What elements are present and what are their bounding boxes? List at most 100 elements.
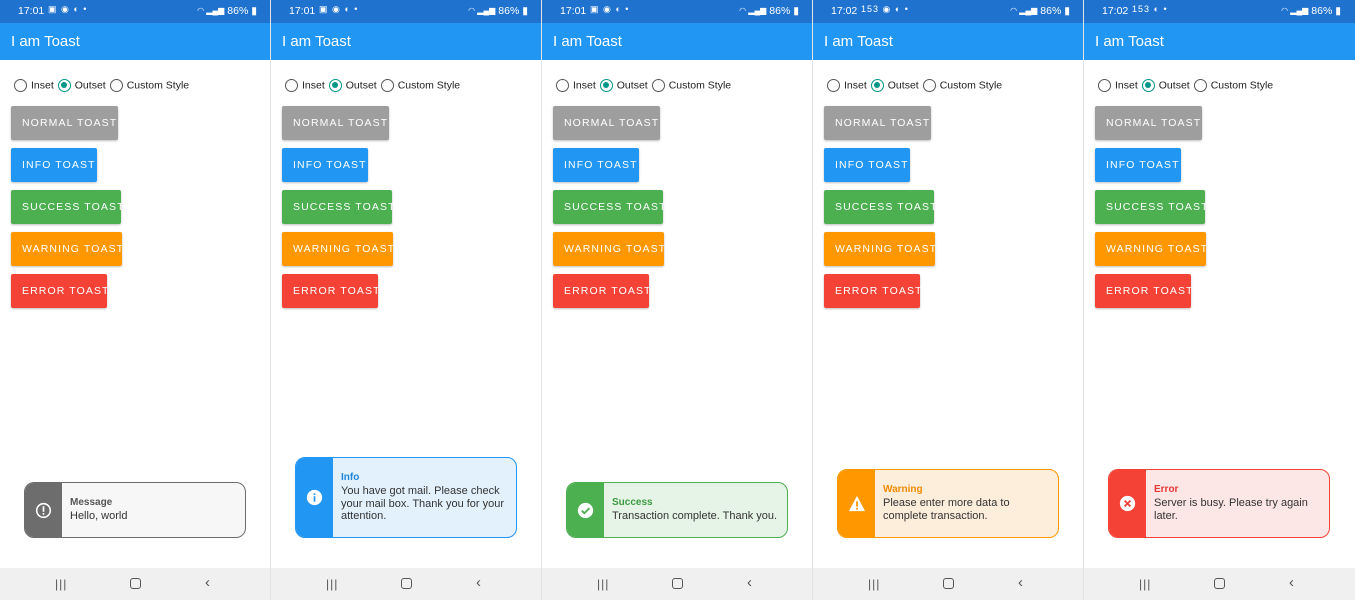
info-toast-button[interactable]: INFO TOAST [1095, 148, 1181, 182]
phone-screen: 17:01 ▣ ◉ ◐ • ◠ ▂▄▆ 86% ▮ I am Toast Inset Out… [542, 0, 813, 600]
warning-toast-button[interactable]: WARNING TOAST [282, 232, 394, 266]
battery-level: 86% [1040, 5, 1062, 17]
status-time: 17:01 [560, 5, 587, 17]
error-toast: Error Server is busy. Please try again la… [1108, 469, 1330, 538]
radio-button-icon[interactable] [285, 79, 298, 92]
radio-label: Outset [74, 79, 106, 92]
radio-button-icon[interactable] [1141, 79, 1155, 92]
radio-button-icon[interactable] [328, 79, 342, 92]
normal-toast-button[interactable]: NORMAL TOAST [553, 106, 660, 140]
radio-button-icon[interactable] [1193, 79, 1207, 92]
back-icon[interactable]: ‹ [205, 574, 210, 591]
error-toast-button[interactable]: ERROR TOAST [553, 274, 650, 308]
error-toast-button[interactable]: ERROR TOAST [824, 274, 921, 308]
radio-button-icon[interactable] [556, 79, 569, 92]
recent-apps-icon[interactable]: ||| [868, 577, 880, 591]
radio-option-outset[interactable]: Outset [328, 79, 377, 92]
back-icon[interactable]: ‹ [1289, 574, 1294, 591]
recent-apps-icon[interactable]: ||| [326, 577, 338, 591]
normal-toast-button[interactable]: NORMAL TOAST [11, 106, 118, 140]
radio-option-custom-style[interactable]: Custom Style [1193, 79, 1273, 92]
info-toast-button[interactable]: INFO TOAST [11, 148, 97, 182]
radio-button-icon[interactable] [380, 79, 394, 92]
radio-option-outset[interactable]: Outset [870, 79, 919, 92]
app-title: I am Toast [1095, 33, 1164, 50]
signal-icon: ◠ ▂▄▆ [739, 6, 767, 15]
radio-option-custom-style[interactable]: Custom Style [922, 79, 1002, 92]
status-right: ◠ ▂▄▆ 86% ▮ [739, 5, 799, 17]
warning-toast-button[interactable]: WARNING TOAST [824, 232, 936, 266]
normal-toast-button[interactable]: NORMAL TOAST [1095, 106, 1202, 140]
normal-toast-button[interactable]: NORMAL TOAST [824, 106, 931, 140]
radio-button-icon[interactable] [109, 79, 123, 92]
radio-option-custom-style[interactable]: Custom Style [380, 79, 460, 92]
recent-apps-icon[interactable]: ||| [1139, 577, 1151, 591]
home-icon[interactable] [1214, 578, 1225, 589]
info-circle-icon [296, 458, 333, 537]
app-title: I am Toast [282, 33, 351, 50]
home-icon[interactable] [943, 578, 954, 589]
radio-button-icon[interactable] [651, 79, 665, 92]
status-bar: 17:02 153 ◉ ◐ • ◠ ▂▄▆ 86% ▮ [813, 0, 1084, 23]
radio-label: Custom Style [126, 79, 190, 92]
radio-button-icon[interactable] [14, 79, 27, 92]
battery-level: 86% [498, 5, 520, 17]
status-right: ◠ ▂▄▆ 86% ▮ [197, 5, 257, 17]
app-title: I am Toast [553, 33, 622, 50]
home-icon[interactable] [401, 578, 412, 589]
screen-divider [1083, 0, 1084, 600]
success-toast-button[interactable]: SUCCESS TOAST [824, 190, 937, 224]
info-toast-button[interactable]: INFO TOAST [282, 148, 368, 182]
radio-button-icon[interactable] [57, 79, 71, 92]
toast-title: Message [70, 497, 113, 509]
radio-button-icon[interactable] [1098, 79, 1111, 92]
warning-toast-button[interactable]: WARNING TOAST [11, 232, 123, 266]
toast-message: Hello, world [70, 510, 128, 523]
success-toast-button[interactable]: SUCCESS TOAST [11, 190, 124, 224]
radio-option-custom-style[interactable]: Custom Style [109, 79, 190, 92]
home-icon[interactable] [672, 578, 683, 589]
app-title: I am Toast [11, 33, 80, 50]
normal-toast-button[interactable]: NORMAL TOAST [282, 106, 389, 140]
notification-icons: 153 ◉ ◐ • [861, 4, 909, 14]
radio-option-outset[interactable]: Outset [599, 79, 648, 92]
radio-button-icon[interactable] [827, 79, 840, 92]
app-bar: I am Toast [271, 23, 542, 60]
phone-screen: 17:02 153 ◉ ◐ • ◠ ▂▄▆ 86% ▮ I am Toast Inset O… [813, 0, 1084, 600]
warning-toast-button[interactable]: WARNING TOAST [553, 232, 665, 266]
radio-option-inset[interactable]: Inset [285, 79, 325, 92]
error-toast-button[interactable]: ERROR TOAST [11, 274, 108, 308]
recent-apps-icon[interactable]: ||| [597, 577, 609, 591]
status-bar: 17:01 ▣ ◉ ◐ • ◠ ▂▄▆ 86% ▮ [0, 0, 271, 23]
info-toast-button[interactable]: INFO TOAST [824, 148, 910, 182]
error-toast-button[interactable]: ERROR TOAST [1095, 274, 1192, 308]
radio-label: Outset [1158, 79, 1190, 92]
back-icon[interactable]: ‹ [1018, 574, 1023, 591]
radio-option-custom-style[interactable]: Custom Style [651, 79, 731, 92]
radio-option-inset[interactable]: Inset [14, 79, 54, 92]
toast-message: Server is busy. Please try again later. [1154, 497, 1308, 522]
radio-option-inset[interactable]: Inset [1098, 79, 1138, 92]
back-icon[interactable]: ‹ [476, 574, 481, 591]
radio-option-inset[interactable]: Inset [827, 79, 867, 92]
radio-button-icon[interactable] [922, 79, 936, 92]
warning-toast-button[interactable]: WARNING TOAST [1095, 232, 1207, 266]
notification-icons: ▣ ◉ ◐ • [48, 4, 88, 14]
phone-screen: 17:01 ▣ ◉ ◐ • ◠ ▂▄▆ 86% ▮ I am Toast Inset Out… [271, 0, 542, 600]
toast-style-radio-group: Inset Outset Custom Style [827, 79, 1006, 95]
recent-apps-icon[interactable]: ||| [55, 577, 67, 591]
back-icon[interactable]: ‹ [747, 574, 752, 591]
radio-button-icon[interactable] [599, 79, 613, 92]
screen-divider [270, 0, 271, 600]
radio-button-icon[interactable] [870, 79, 884, 92]
radio-option-outset[interactable]: Outset [1141, 79, 1190, 92]
radio-option-outset[interactable]: Outset [57, 79, 106, 92]
toast-style-radio-group: Inset Outset Custom Style [556, 79, 735, 95]
info-toast-button[interactable]: INFO TOAST [553, 148, 639, 182]
success-toast-button[interactable]: SUCCESS TOAST [1095, 190, 1208, 224]
success-toast-button[interactable]: SUCCESS TOAST [282, 190, 395, 224]
home-icon[interactable] [130, 578, 141, 589]
success-toast-button[interactable]: SUCCESS TOAST [553, 190, 666, 224]
error-toast-button[interactable]: ERROR TOAST [282, 274, 379, 308]
radio-option-inset[interactable]: Inset [556, 79, 596, 92]
